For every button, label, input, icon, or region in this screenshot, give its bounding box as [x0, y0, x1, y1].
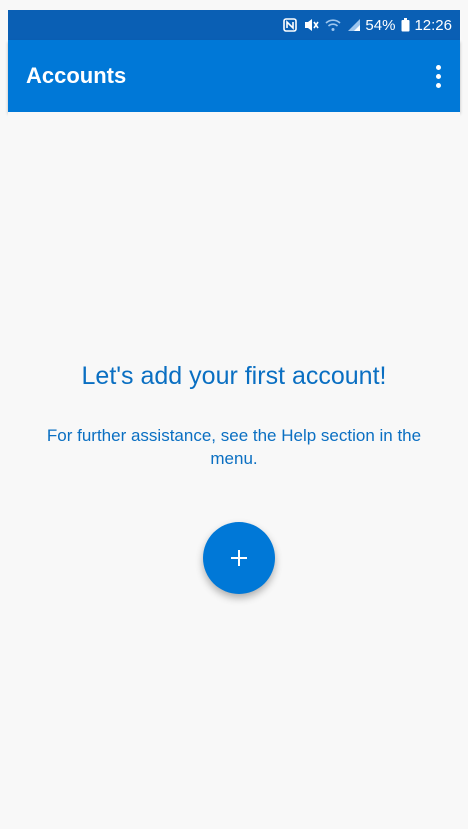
empty-state-headline: Let's add your first account!	[81, 362, 387, 390]
app-bar: Accounts	[8, 40, 460, 112]
plus-icon	[231, 550, 247, 566]
vibrate-off-icon	[303, 17, 320, 33]
add-account-button[interactable]	[203, 522, 275, 594]
screen: 54% 12:26 Accounts Let's add your first …	[0, 0, 468, 829]
battery-icon	[401, 17, 410, 33]
battery-percent: 54%	[365, 16, 396, 34]
more-vert-icon[interactable]	[426, 56, 450, 96]
empty-state-help-text: For further assistance, see the Help sec…	[46, 426, 422, 468]
page-title: Accounts	[26, 63, 127, 88]
nfc-icon	[283, 17, 298, 33]
main-content: Let's add your first account! For furthe…	[8, 112, 460, 829]
status-bar: 54% 12:26	[8, 10, 460, 40]
clock: 12:26	[414, 16, 452, 34]
wifi-icon	[325, 17, 341, 33]
signal-icon	[347, 17, 361, 33]
